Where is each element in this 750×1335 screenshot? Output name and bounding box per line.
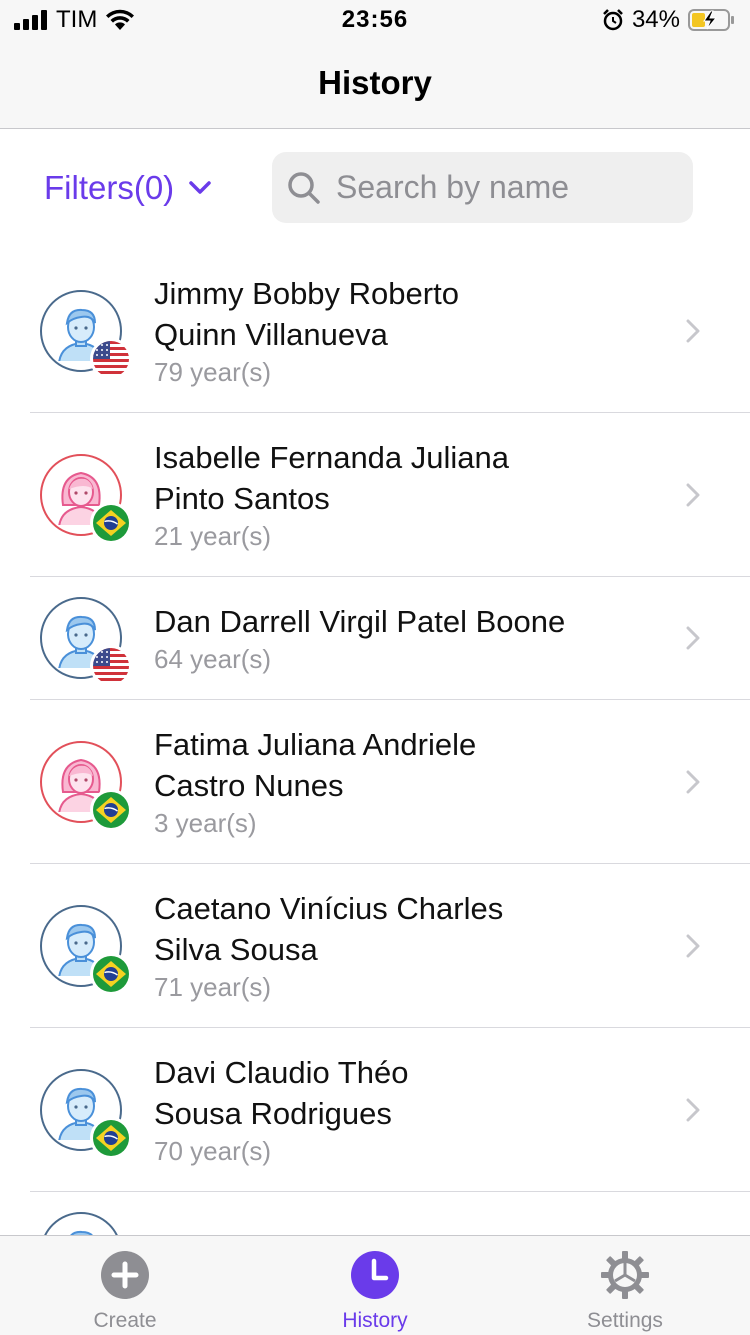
person-name-line2: Pinto Santos: [154, 481, 330, 516]
search-input[interactable]: [334, 168, 678, 207]
nav-bar: History: [0, 40, 750, 129]
person-info: Jimmy Bobby Roberto Quinn Villanueva 79 …: [154, 273, 750, 388]
filters-button[interactable]: Filters(0): [44, 169, 212, 207]
avatar-wrap: [40, 289, 132, 380]
us-flag-icon: [90, 645, 132, 687]
chevron-right-icon: [686, 483, 700, 506]
avatar-wrap: [40, 1212, 122, 1235]
tab-settings[interactable]: Settings: [500, 1236, 750, 1335]
clock-icon: [351, 1251, 399, 1299]
list-item[interactable]: Arnold Jordan Darryl: [30, 1192, 750, 1235]
page-title: History: [318, 64, 432, 101]
avatar-wrap: [40, 740, 132, 831]
search-box[interactable]: [272, 152, 693, 223]
tab-create[interactable]: Create: [0, 1236, 250, 1335]
person-name-line2: Silva Sousa: [154, 932, 318, 967]
person-name-line2: Castro Nunes: [154, 768, 344, 803]
list-item[interactable]: Jimmy Bobby Roberto Quinn Villanueva 79 …: [30, 249, 750, 413]
avatar-wrap: [40, 453, 132, 544]
tab-history-label: History: [342, 1309, 408, 1332]
person-age: 70 year(s): [154, 1136, 272, 1166]
person-info: Caetano Vinícius Charles Silva Sousa 71 …: [154, 888, 750, 1003]
chevron-right-icon: [686, 626, 700, 650]
gear-icon: [601, 1251, 649, 1299]
tab-bar: Create History Settings: [0, 1235, 750, 1335]
person-name-line1: Davi Claudio Théo: [154, 1055, 409, 1090]
chevron-right-icon: [686, 934, 700, 957]
alarm-icon: [603, 9, 623, 31]
history-list[interactable]: Jimmy Bobby Roberto Quinn Villanueva 79 …: [0, 249, 750, 1235]
avatar-wrap: [40, 1068, 132, 1159]
list-item[interactable]: Fatima Juliana Andriele Castro Nunes 3 y…: [30, 700, 750, 864]
avatar-wrap: [40, 904, 132, 995]
person-age: 64 year(s): [154, 644, 272, 674]
chevron-right-icon: [686, 770, 700, 793]
person-age: 71 year(s): [154, 972, 272, 1002]
list-item[interactable]: Caetano Vinícius Charles Silva Sousa 71 …: [30, 864, 750, 1028]
status-bar: TIM 23:56 34%: [0, 0, 750, 40]
filter-row: Filters(0): [0, 129, 750, 249]
battery-charging-icon: [688, 9, 734, 31]
person-name-line1: Isabelle Fernanda Juliana: [154, 440, 510, 475]
brazil-flag-icon: [90, 952, 132, 995]
tab-create-label: Create: [93, 1309, 157, 1332]
person-info: Isabelle Fernanda Juliana Pinto Santos 2…: [154, 437, 750, 552]
person-info: Davi Claudio Théo Sousa Rodrigues 70 yea…: [154, 1052, 750, 1167]
list-item[interactable]: Isabelle Fernanda Juliana Pinto Santos 2…: [30, 413, 750, 577]
person-name-line2: Sousa Rodrigues: [154, 1096, 392, 1131]
person-age: 79 year(s): [154, 357, 272, 387]
avatar: [40, 1212, 122, 1235]
plus-icon: [101, 1251, 149, 1299]
tab-history[interactable]: History: [250, 1236, 500, 1335]
avatar-wrap: [40, 597, 132, 687]
chevron-down-icon: [189, 181, 211, 194]
person-age: 3 year(s): [154, 808, 257, 838]
list-item[interactable]: Davi Claudio Théo Sousa Rodrigues 70 yea…: [30, 1028, 750, 1192]
search-icon: [288, 171, 320, 204]
brazil-flag-icon: [90, 788, 132, 831]
person-name-line1: Fatima Juliana Andriele: [154, 727, 477, 762]
person-name-line1: Caetano Vinícius Charles: [154, 891, 504, 926]
us-flag-icon: [90, 337, 132, 380]
person-info: Dan Darrell Virgil Patel Boone 64 year(s…: [154, 601, 750, 675]
list-item[interactable]: Dan Darrell Virgil Patel Boone 64 year(s…: [30, 577, 750, 700]
history-list-content: Jimmy Bobby Roberto Quinn Villanueva 79 …: [0, 249, 750, 1235]
brazil-flag-icon: [90, 501, 132, 544]
person-info: Fatima Juliana Andriele Castro Nunes 3 y…: [154, 724, 750, 839]
chevron-right-icon: [686, 319, 700, 342]
filters-label: Filters(0): [44, 169, 175, 206]
battery-percent: 34%: [631, 6, 680, 33]
person-name-line1: Jimmy Bobby Roberto: [154, 276, 459, 311]
person-name-line2: Quinn Villanueva: [154, 317, 388, 352]
tab-settings-label: Settings: [587, 1309, 663, 1332]
chevron-right-icon: [686, 1098, 700, 1121]
status-right: 34%: [602, 6, 736, 34]
brazil-flag-icon: [90, 1116, 132, 1159]
person-name-line1: Dan Darrell Virgil Patel Boone: [154, 604, 566, 639]
person-age: 21 year(s): [154, 521, 272, 551]
